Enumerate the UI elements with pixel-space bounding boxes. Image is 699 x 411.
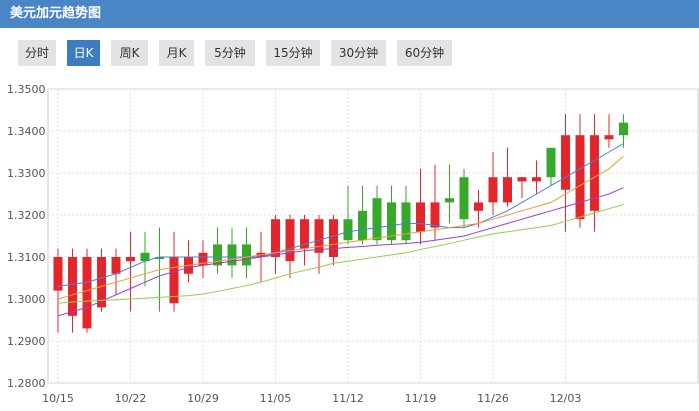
candle-down	[503, 147, 512, 207]
candle-down	[532, 160, 541, 194]
candle-down	[300, 215, 309, 266]
x-tick-label: 11/05	[260, 392, 292, 405]
tab-monthly-k[interactable]: 月K	[159, 40, 194, 66]
candle-down	[488, 152, 498, 215]
candle-up	[213, 227, 222, 274]
candle-body	[459, 177, 469, 220]
y-tick-label: 1.3100	[7, 251, 46, 264]
candle-down	[285, 215, 295, 278]
y-tick-label: 1.3500	[7, 83, 46, 96]
tab-daily-k[interactable]: 日K	[67, 40, 100, 66]
candle-body	[111, 257, 121, 274]
y-tick-label: 1.2900	[7, 335, 46, 348]
candle-body	[445, 198, 454, 203]
candle-up	[401, 185, 411, 245]
candle-down	[329, 215, 338, 266]
candle-body	[242, 244, 251, 266]
tab-30min[interactable]: 30分钟	[331, 40, 386, 66]
candle-body	[285, 219, 295, 262]
y-tick-label: 1.3400	[7, 125, 46, 138]
candle-body	[575, 135, 585, 220]
x-tick-label: 10/22	[115, 392, 147, 405]
candle-up	[546, 147, 556, 186]
x-tick-label: 11/12	[332, 392, 364, 405]
candle-up	[140, 231, 150, 287]
x-tick-label: 11/26	[477, 392, 509, 405]
candle-body	[546, 147, 556, 178]
candle-body	[561, 135, 570, 190]
candle-up	[227, 227, 237, 278]
moving-average-line-3	[57, 187, 624, 317]
window-title: 美元加元趋势图	[0, 0, 699, 28]
candles	[53, 114, 628, 333]
candle-up	[242, 227, 251, 278]
candle-body	[503, 177, 512, 203]
candle-down	[68, 248, 77, 333]
candle-body	[126, 257, 135, 262]
candle-down	[53, 248, 63, 333]
x-tick-label: 11/19	[405, 392, 437, 405]
x-tick-label: 12/03	[550, 392, 582, 405]
candle-body	[619, 122, 628, 136]
candle-body	[68, 257, 77, 316]
candle-up	[619, 114, 628, 148]
x-tick-label: 10/15	[42, 392, 74, 405]
candle-up	[459, 168, 469, 228]
candle-body	[227, 244, 237, 266]
moving-average-lines	[57, 143, 624, 317]
candle-down	[561, 114, 570, 232]
tab-15min[interactable]: 15分钟	[266, 40, 320, 66]
candle-body	[213, 244, 222, 266]
candle-body	[430, 202, 440, 228]
x-tick-label: 10/29	[187, 392, 219, 405]
candle-down	[416, 168, 425, 245]
candle-up	[358, 185, 367, 245]
candle-body	[474, 202, 483, 211]
candle-body	[416, 202, 425, 232]
tab-60min[interactable]: 60分钟	[397, 40, 452, 66]
candle-body	[358, 210, 367, 241]
trend-widget: 美元加元趋势图 分时 日K 周K 月K 5分钟 15分钟 30分钟 60分钟 1…	[0, 0, 699, 411]
candle-down	[517, 177, 527, 199]
candle-up	[372, 185, 382, 245]
y-axis-labels: 1.3500 1.3400 1.3300 1.3200 1.3100 1.3000 1.29…	[7, 83, 46, 390]
tab-weekly-k[interactable]: 周K	[111, 40, 148, 66]
x-axis-labels: 10/15 10/22 10/29 11/05 11/12 11/19 11/26 12/03	[42, 392, 581, 405]
candle-body	[372, 198, 382, 241]
candle-body	[314, 219, 324, 253]
candle-body	[387, 202, 396, 241]
candle-down	[271, 215, 280, 274]
y-tick-label: 1.3200	[7, 209, 46, 222]
candle-body	[604, 135, 614, 140]
y-tick-label: 1.3300	[7, 167, 46, 180]
y-tick-label: 1.3000	[7, 293, 46, 306]
candle-body	[82, 257, 92, 329]
candle-down	[111, 248, 121, 295]
candle-body	[532, 177, 541, 182]
tab-5min[interactable]: 5分钟	[205, 40, 255, 66]
candle-down	[314, 215, 324, 274]
y-tick-label: 1.2800	[7, 377, 46, 390]
candlestick-chart[interactable]: 1.3500 1.3400 1.3300 1.3200 1.3100 1.3000 1.29…	[0, 76, 699, 411]
candle-body	[329, 219, 338, 257]
candle-body	[343, 219, 353, 241]
candle-body	[517, 177, 527, 182]
candle-body	[271, 219, 280, 257]
tab-timeshare[interactable]: 分时	[18, 40, 56, 66]
candle-down	[184, 240, 193, 283]
candle-body	[488, 177, 498, 203]
candle-down	[198, 240, 208, 278]
